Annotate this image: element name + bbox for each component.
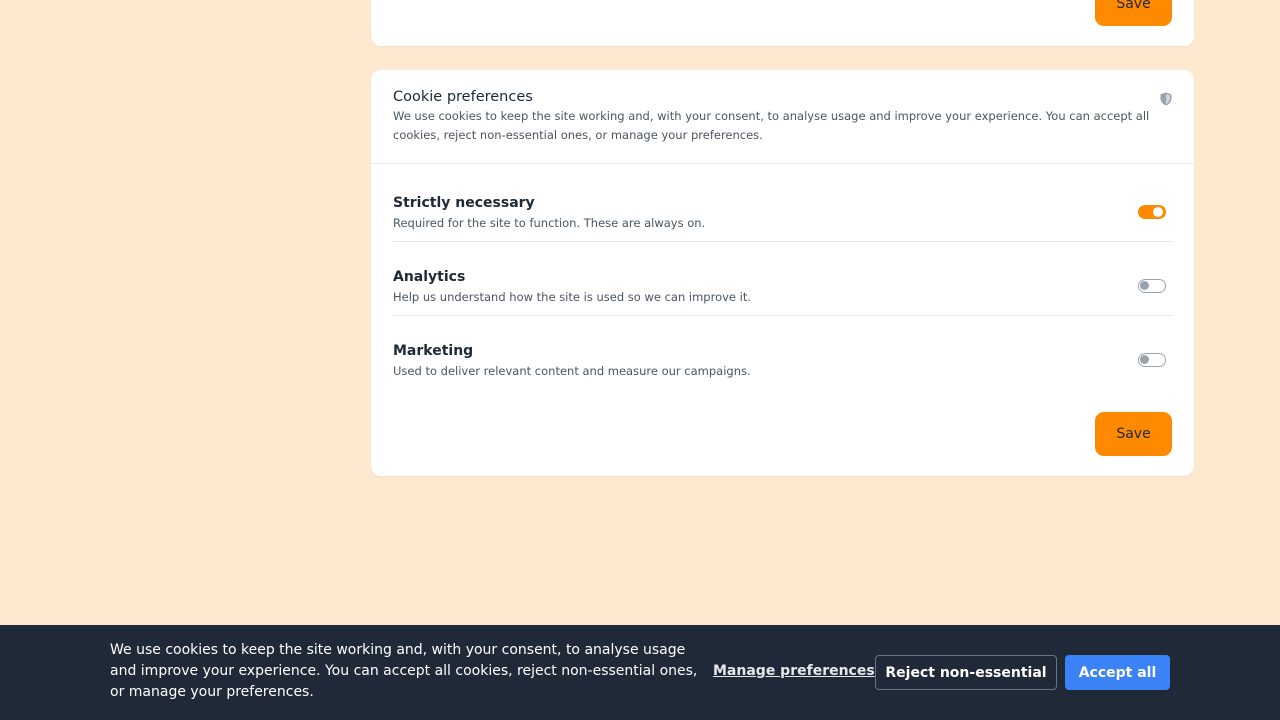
save-button-top[interactable]: Save (1095, 0, 1172, 26)
cookie-preferences-title: Cookie preferences (393, 89, 533, 105)
cookie-preferences-header: Cookie preferences We use cookies to kee… (371, 70, 1194, 164)
marketing-toggle[interactable] (1138, 353, 1166, 367)
toggle-knob (1140, 281, 1149, 290)
category-description: Required for the site to function. These… (393, 216, 706, 230)
strictly-necessary-toggle[interactable] (1138, 205, 1166, 219)
banner-message: We use cookies to keep the site working … (110, 642, 698, 700)
category-title: Analytics (393, 269, 466, 285)
cookie-category-strictly-necessary: Strictly necessary Required for the site… (393, 168, 1172, 242)
reject-non-essential-button[interactable]: Reject non-essential (875, 655, 1057, 690)
analytics-toggle[interactable] (1138, 279, 1166, 293)
category-description: Help us understand how the site is used … (393, 290, 752, 304)
save-preferences-button[interactable]: Save (1095, 412, 1172, 456)
category-description: Used to deliver relevant content and mea… (393, 364, 751, 378)
cookie-category-marketing: Marketing Used to deliver relevant conte… (393, 316, 1172, 390)
shield-icon (1160, 92, 1172, 106)
settings-card-top: Save (371, 0, 1194, 46)
cookie-preferences-card: Cookie preferences We use cookies to kee… (371, 70, 1194, 476)
cookie-preferences-description: We use cookies to keep the site working … (393, 109, 1150, 142)
manage-preferences-link[interactable]: Manage preferences (713, 663, 875, 679)
category-title: Marketing (393, 343, 474, 359)
accept-all-button[interactable]: Accept all (1065, 655, 1170, 690)
toggle-knob (1140, 355, 1149, 364)
cookie-consent-banner: We use cookies to keep the site working … (0, 625, 1280, 720)
category-title: Strictly necessary (393, 195, 535, 211)
cookie-category-analytics: Analytics Help us understand how the sit… (393, 242, 1172, 316)
toggle-knob (1153, 207, 1163, 217)
